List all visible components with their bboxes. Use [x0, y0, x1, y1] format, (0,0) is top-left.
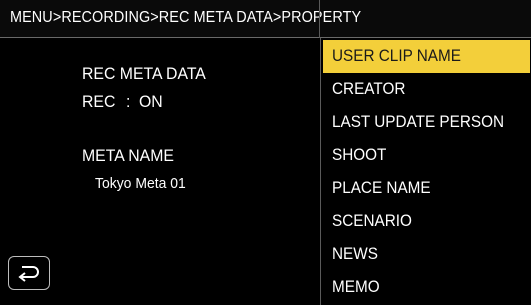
title-bar: MENU>RECORDING>REC META DATA>PROPERTY: [0, 0, 531, 38]
menu-item-last-update-person[interactable]: LAST UPDATE PERSON: [321, 106, 531, 139]
back-button[interactable]: [8, 256, 50, 290]
camera-menu-screen: MENU>RECORDING>REC META DATA>PROPERTY RE…: [0, 0, 531, 305]
menu-item-shoot[interactable]: SHOOT: [321, 139, 531, 172]
meta-name-value: Tokyo Meta 01: [95, 175, 186, 192]
meta-name-label: META NAME: [82, 146, 174, 165]
menu-item-label: CREATOR: [332, 79, 406, 98]
breadcrumb: MENU>RECORDING>REC META DATA>PROPERTY: [10, 9, 362, 26]
menu-item-memo[interactable]: MEMO: [321, 271, 531, 304]
rec-separator: :: [126, 92, 131, 111]
property-menu: USER CLIP NAME CREATOR LAST UPDATE PERSO…: [320, 38, 531, 305]
section-title: REC META DATA: [82, 64, 206, 83]
return-arrow-icon: [18, 266, 39, 282]
menu-item-label: MEMO: [332, 277, 380, 296]
menu-item-label: LAST UPDATE PERSON: [332, 112, 505, 131]
menu-item-label: PLACE NAME: [332, 178, 431, 197]
menu-item-news[interactable]: NEWS: [321, 238, 531, 271]
rec-value: ON: [139, 92, 163, 111]
menu-item-label: NEWS: [332, 244, 378, 263]
rec-label: REC: [82, 92, 116, 111]
menu-item-place-name[interactable]: PLACE NAME: [321, 172, 531, 205]
menu-item-label: SHOOT: [332, 145, 387, 164]
menu-item-scenario[interactable]: SCENARIO: [321, 205, 531, 238]
menu-item-label: USER CLIP NAME: [332, 46, 461, 65]
menu-item-user-clip-name[interactable]: USER CLIP NAME: [323, 40, 530, 73]
menu-item-creator[interactable]: CREATOR: [321, 73, 531, 106]
menu-item-label: SCENARIO: [332, 211, 412, 230]
title-bar-divider: [319, 0, 320, 38]
